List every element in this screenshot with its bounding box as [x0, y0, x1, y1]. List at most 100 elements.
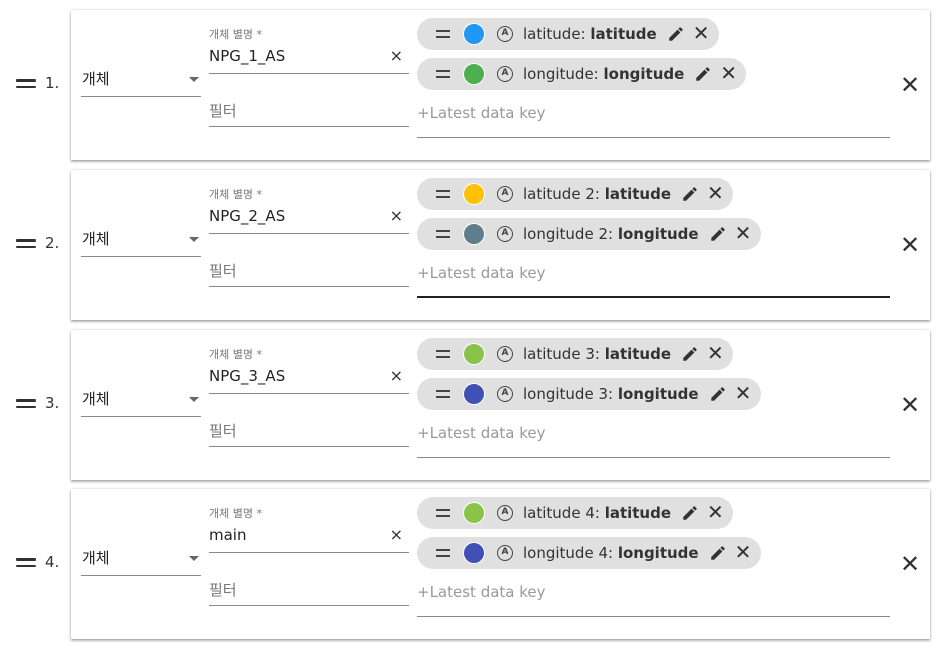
pencil-icon[interactable]	[694, 65, 712, 83]
entity-type-select[interactable]: 개체	[81, 542, 201, 576]
color-swatch[interactable]	[463, 63, 485, 85]
entity-alias-input[interactable]: NPG_1_AS	[209, 47, 285, 65]
datakey-placeholder: +Latest data key	[417, 424, 546, 442]
datakey-label-prefix: latitude 4:	[523, 504, 605, 522]
datakey-chip[interactable]: A longitude: longitude ✕	[417, 58, 747, 90]
attribute-type-icon: A	[497, 226, 513, 242]
remove-datasource-button[interactable]: ✕	[900, 552, 920, 576]
attribute-type-icon: A	[497, 505, 513, 521]
color-swatch[interactable]	[463, 383, 485, 405]
color-swatch[interactable]	[463, 183, 485, 205]
color-swatch[interactable]	[463, 23, 485, 45]
entity-alias-label: 개체 별명 *	[209, 507, 262, 520]
datakey-input[interactable]: +Latest data key	[417, 581, 890, 617]
clear-alias-icon[interactable]: ×	[390, 208, 403, 224]
drag-handle-icon[interactable]	[436, 190, 450, 202]
datakey-chip[interactable]: A latitude 2: latitude ✕	[417, 178, 734, 210]
close-icon[interactable]: ✕	[720, 62, 737, 84]
clear-alias-icon[interactable]: ×	[390, 48, 403, 64]
entity-alias-input[interactable]: NPG_3_AS	[209, 367, 285, 385]
datakey-input[interactable]: +Latest data key	[417, 262, 890, 298]
color-swatch[interactable]	[463, 343, 485, 365]
entity-alias-field[interactable]: 개체 별명 * NPG_2_AS ×	[209, 186, 409, 234]
datakey-label: latitude: latitude	[523, 25, 657, 43]
close-icon[interactable]: ✕	[707, 182, 724, 204]
drag-handle-icon[interactable]	[436, 350, 450, 362]
close-icon[interactable]: ✕	[707, 342, 724, 364]
datasource-card: 개체 개체 별명 * main × 필터 A latitude 4: latit…	[71, 489, 930, 639]
drag-handle-icon[interactable]	[16, 558, 36, 571]
datakey-chip[interactable]: A latitude 4: latitude ✕	[417, 497, 734, 529]
datakey-input[interactable]: +Latest data key	[417, 102, 890, 138]
pencil-icon[interactable]	[709, 385, 727, 403]
filter-placeholder: 필터	[209, 262, 237, 280]
filter-field[interactable]: 필터	[209, 90, 409, 127]
entity-alias-input[interactable]: main	[209, 526, 246, 544]
entity-alias-field[interactable]: 개체 별명 * main ×	[209, 505, 409, 553]
clear-alias-icon[interactable]: ×	[390, 368, 403, 384]
datakey-name: longitude	[617, 385, 699, 403]
pencil-icon[interactable]	[681, 345, 699, 363]
entity-type-select[interactable]: 개체	[81, 223, 201, 257]
close-icon[interactable]: ✕	[735, 541, 752, 563]
drag-handle-icon[interactable]	[436, 30, 450, 42]
drag-handle-icon[interactable]	[436, 230, 450, 242]
close-icon[interactable]: ✕	[693, 22, 710, 44]
entity-alias-input[interactable]: NPG_2_AS	[209, 207, 285, 225]
datakey-chip[interactable]: A longitude 2: longitude ✕	[417, 218, 761, 250]
datakey-label-prefix: latitude 2:	[523, 185, 605, 203]
chevron-down-icon	[189, 77, 199, 82]
pencil-icon[interactable]	[681, 504, 699, 522]
pencil-icon[interactable]	[709, 544, 727, 562]
datasource-row: 4. 개체 개체 별명 * main × 필터 A latitude 4: la…	[0, 489, 942, 639]
attribute-type-icon: A	[497, 545, 513, 561]
datakey-label-prefix: longitude 3:	[523, 385, 618, 403]
row-index: 4.	[45, 553, 60, 571]
datakey-name: latitude	[604, 504, 672, 522]
filter-field[interactable]: 필터	[209, 569, 409, 606]
datasource-card: 개체 개체 별명 * NPG_3_AS × 필터 A latitude 3: l…	[71, 330, 930, 480]
pencil-icon[interactable]	[681, 185, 699, 203]
entity-alias-field[interactable]: 개체 별명 * NPG_1_AS ×	[209, 26, 409, 74]
entity-alias-field[interactable]: 개체 별명 * NPG_3_AS ×	[209, 346, 409, 394]
color-swatch[interactable]	[463, 502, 485, 524]
clear-alias-icon[interactable]: ×	[390, 527, 403, 543]
datakey-chip[interactable]: A latitude: latitude ✕	[417, 18, 719, 50]
remove-datasource-button[interactable]: ✕	[900, 393, 920, 417]
chevron-down-icon	[189, 556, 199, 561]
entity-type-select[interactable]: 개체	[81, 383, 201, 417]
entity-type-select[interactable]: 개체	[81, 63, 201, 97]
filter-field[interactable]: 필터	[209, 250, 409, 287]
color-swatch[interactable]	[463, 223, 485, 245]
drag-handle-icon[interactable]	[436, 390, 450, 402]
color-swatch[interactable]	[463, 542, 485, 564]
datakey-chip[interactable]: A longitude 3: longitude ✕	[417, 378, 761, 410]
close-icon[interactable]: ✕	[735, 382, 752, 404]
close-icon[interactable]: ✕	[707, 501, 724, 523]
datakey-chip[interactable]: A latitude 3: latitude ✕	[417, 338, 734, 370]
datakey-name: latitude	[604, 345, 672, 363]
filter-field[interactable]: 필터	[209, 410, 409, 447]
drag-handle-icon[interactable]	[16, 399, 36, 412]
chevron-down-icon	[189, 397, 199, 402]
datakey-name: latitude	[590, 25, 657, 43]
pencil-icon[interactable]	[667, 25, 685, 43]
drag-handle-icon[interactable]	[16, 79, 36, 92]
drag-handle-icon[interactable]	[16, 239, 36, 252]
pencil-icon[interactable]	[709, 225, 727, 243]
datakey-label: latitude 4: latitude	[523, 504, 671, 522]
close-icon[interactable]: ✕	[735, 222, 752, 244]
drag-handle-icon[interactable]	[436, 549, 450, 561]
attribute-type-icon: A	[497, 186, 513, 202]
entity-alias-label: 개체 별명 *	[209, 348, 262, 361]
drag-handle-icon[interactable]	[436, 70, 450, 82]
remove-datasource-button[interactable]: ✕	[900, 233, 920, 257]
drag-handle-icon[interactable]	[436, 509, 450, 521]
datakey-label-prefix: latitude 3:	[523, 345, 605, 363]
remove-datasource-button[interactable]: ✕	[900, 73, 920, 97]
datakey-name: longitude	[617, 225, 699, 243]
datakey-name: longitude	[617, 544, 699, 562]
datakey-chip[interactable]: A longitude 4: longitude ✕	[417, 537, 761, 569]
datakey-input[interactable]: +Latest data key	[417, 422, 890, 458]
filter-placeholder: 필터	[209, 422, 237, 440]
